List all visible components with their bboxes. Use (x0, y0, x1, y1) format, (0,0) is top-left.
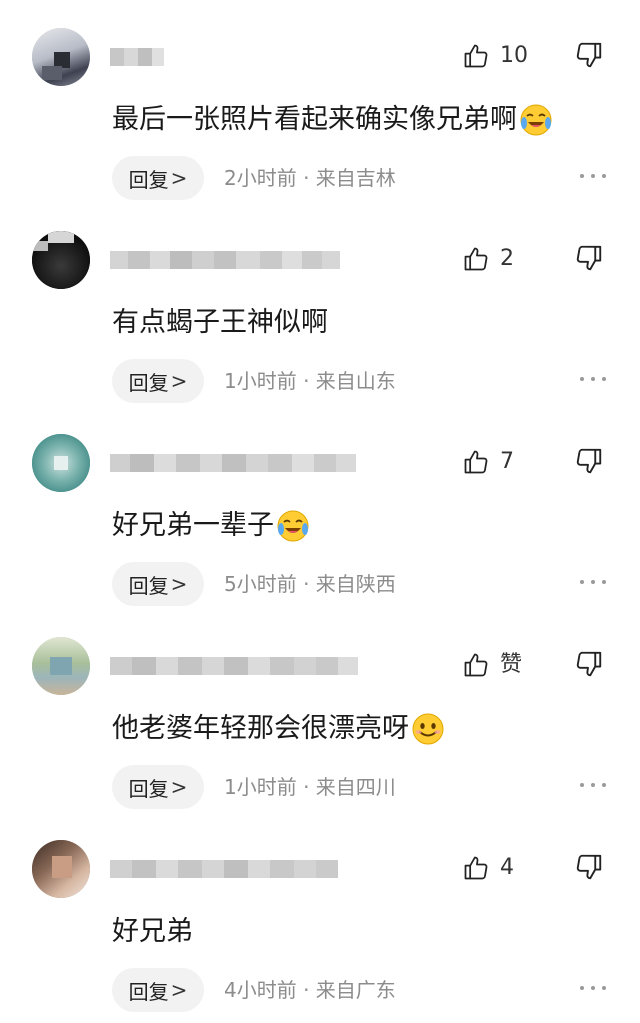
username-blurred[interactable] (110, 452, 356, 474)
comment-meta: 4小时前 · 来自广东 (224, 978, 396, 1002)
comment-text-content: 最后一张照片看起来确实像兄弟啊 (112, 104, 517, 135)
thumbs-down-icon (574, 852, 604, 882)
comment-meta: 5小时前 · 来自陕西 (224, 572, 396, 596)
chevron-right-icon: > (170, 775, 188, 799)
thumbs-up-icon (462, 854, 490, 882)
comment-text: 有点蝎子王神似啊 (112, 303, 328, 343)
dislike-button[interactable] (574, 40, 604, 70)
like-button[interactable]: 2 (462, 243, 514, 275)
chevron-right-icon: > (170, 369, 188, 393)
more-dots-icon[interactable] (580, 172, 606, 180)
like-button[interactable]: 赞 (462, 649, 522, 681)
avatar[interactable] (32, 231, 90, 289)
comment-text-content: 他老婆年轻那会很漂亮呀 (112, 713, 409, 744)
reply-button[interactable]: 回复 > (112, 359, 204, 403)
comment-item: 7 好兄弟一辈子 回复 > 5小时前 · 来自陕西 (0, 406, 640, 609)
like-count: 4 (500, 855, 514, 880)
avatar[interactable] (32, 840, 90, 898)
avatar[interactable] (32, 434, 90, 492)
comment-text: 最后一张照片看起来确实像兄弟啊 (112, 100, 553, 140)
more-dots-icon[interactable] (580, 984, 606, 992)
dislike-button[interactable] (574, 243, 604, 273)
reply-button-label: 回复 (128, 776, 169, 801)
like-count: 2 (500, 246, 514, 271)
comment-text: 好兄弟一辈子 (112, 506, 310, 546)
like-count: 7 (500, 449, 514, 474)
chevron-right-icon: > (170, 978, 188, 1002)
thumbs-down-icon (574, 649, 604, 679)
reply-button-label: 回复 (128, 573, 169, 598)
like-button[interactable]: 10 (462, 40, 528, 72)
thumbs-down-icon (574, 243, 604, 273)
like-count: 赞 (500, 652, 523, 677)
username-blurred[interactable] (110, 655, 358, 677)
thumbs-down-icon (574, 40, 604, 70)
comment-meta: 1小时前 · 来自山东 (224, 369, 396, 393)
thumbs-up-icon (462, 245, 490, 273)
tears-of-joy-emoji (276, 509, 310, 543)
thumbs-down-icon (574, 446, 604, 476)
chevron-right-icon: > (170, 572, 188, 596)
more-dots-icon[interactable] (580, 578, 606, 586)
reply-button[interactable]: 回复 > (112, 156, 204, 200)
comment-meta: 2小时前 · 来自吉林 (224, 166, 396, 190)
reply-button[interactable]: 回复 > (112, 562, 204, 606)
like-button[interactable]: 7 (462, 446, 514, 478)
reply-button-label: 回复 (128, 370, 169, 395)
like-button[interactable]: 4 (462, 852, 514, 884)
reply-button-label: 回复 (128, 167, 169, 192)
more-dots-icon[interactable] (580, 781, 606, 789)
chevron-right-icon: > (170, 166, 188, 190)
dislike-button[interactable] (574, 446, 604, 476)
comment-text: 他老婆年轻那会很漂亮呀 (112, 709, 445, 749)
reply-button-label: 回复 (128, 979, 169, 1004)
reply-button[interactable]: 回复 > (112, 968, 204, 1012)
dislike-button[interactable] (574, 852, 604, 882)
comment-meta: 1小时前 · 来自四川 (224, 775, 396, 799)
comment-text-content: 好兄弟一辈子 (112, 510, 274, 541)
more-dots-icon[interactable] (580, 375, 606, 383)
username-blurred[interactable] (110, 46, 164, 68)
like-count: 10 (500, 43, 528, 68)
avatar[interactable] (32, 28, 90, 86)
smiling-face-emoji (411, 712, 445, 746)
comment-text-content: 有点蝎子王神似啊 (112, 307, 328, 338)
thumbs-up-icon (462, 448, 490, 476)
username-blurred[interactable] (110, 249, 340, 271)
comment-item: 2 有点蝎子王神似啊 回复 > 1小时前 · 来自山东 (0, 203, 640, 406)
thumbs-up-icon (462, 42, 490, 70)
comment-text-content: 好兄弟 (112, 916, 193, 947)
tears-of-joy-emoji (519, 103, 553, 137)
thumbs-up-icon (462, 651, 490, 679)
dislike-button[interactable] (574, 649, 604, 679)
comment-text: 好兄弟 (112, 912, 193, 952)
comment-item: 10 最后一张照片看起来确实像兄弟啊 回复 > 2小时前 · 来自吉林 (0, 0, 640, 203)
reply-button[interactable]: 回复 > (112, 765, 204, 809)
comment-item: 赞 他老婆年轻那会很漂亮呀 回复 > 1小时前 · 来自四川 (0, 609, 640, 812)
comment-item: 4 好兄弟 回复 > 4小时前 · 来自广东 (0, 812, 640, 1015)
username-blurred[interactable] (110, 858, 338, 880)
avatar[interactable] (32, 637, 90, 695)
